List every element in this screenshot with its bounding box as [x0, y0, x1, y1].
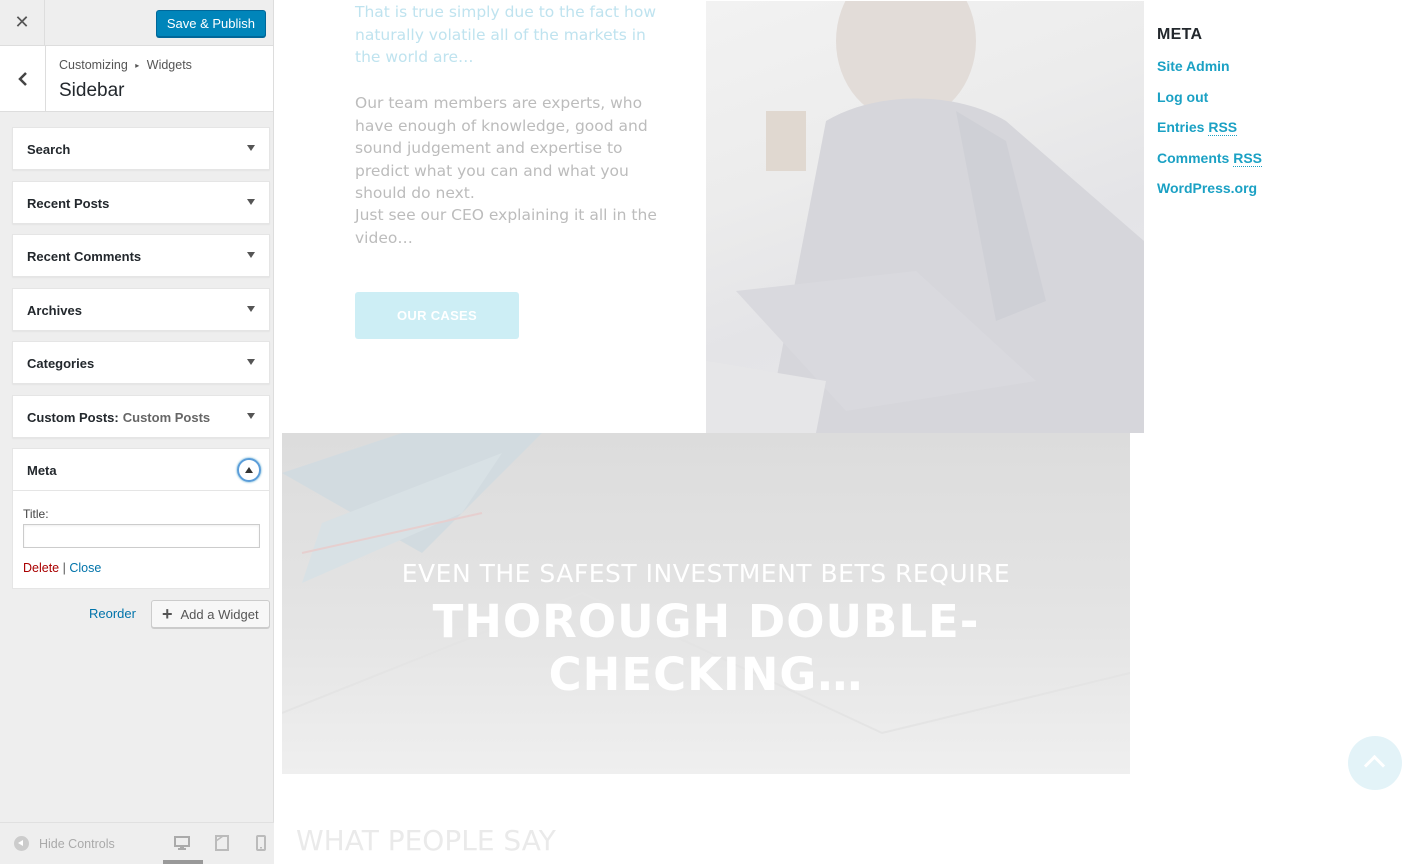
- delete-link[interactable]: Delete: [23, 561, 59, 575]
- section-heading: Sidebar: [59, 80, 125, 101]
- entries-rss-link[interactable]: Entries RSS: [1157, 119, 1262, 136]
- tablet-preview-icon[interactable]: [212, 833, 232, 853]
- caret-down-icon[interactable]: [247, 359, 255, 365]
- banner-title: THOROUGH DOUBLE-CHECKING…: [432, 595, 980, 701]
- add-widget-label: Add a Widget: [180, 606, 259, 622]
- widget-title: Recent Comments: [27, 249, 142, 264]
- action-divider: |: [62, 561, 66, 575]
- customizer-header: ✕ Save & Publish: [0, 0, 273, 46]
- photo-illustration: [706, 1, 1144, 433]
- title-input[interactable]: [23, 524, 260, 548]
- hero-banner: EVEN THE SAFEST INVESTMENT BETS REQUIRE …: [282, 433, 1130, 774]
- save-publish-button[interactable]: Save & Publish: [155, 10, 266, 37]
- widget-subtitle: Custom Posts: [122, 409, 211, 425]
- widget-title: Meta: [27, 463, 57, 478]
- breadcrumb-section: Widgets: [146, 58, 192, 72]
- hide-controls-button[interactable]: Hide Controls: [14, 836, 115, 851]
- meta-sidebar-widget: META Site Admin Log out Entries RSS Comm…: [1157, 26, 1263, 211]
- widget-custom-posts[interactable]: Custom Posts: Custom Posts: [12, 394, 270, 438]
- mobile-preview-icon[interactable]: [251, 833, 271, 853]
- scroll-to-top-button[interactable]: [1348, 736, 1402, 790]
- comments-rss-link[interactable]: Comments RSS: [1157, 149, 1263, 167]
- site-admin-link[interactable]: Site Admin: [1157, 58, 1262, 74]
- meta-heading: META: [1157, 26, 1203, 43]
- back-button[interactable]: [0, 46, 46, 112]
- caret-down-icon[interactable]: [247, 305, 255, 312]
- widget-meta-header[interactable]: Meta: [13, 449, 269, 491]
- widget-title: Categories: [27, 356, 95, 371]
- section-title-bar: Customizing ▸ Widgets Sidebar: [0, 46, 273, 112]
- widget-title: Custom Posts: Custom Posts: [27, 409, 211, 425]
- our-cases-button[interactable]: OUR CASES: [355, 292, 519, 339]
- chevron-left-icon: [17, 72, 27, 86]
- widget-actions: Delete | Close: [23, 561, 101, 575]
- add-widget-button[interactable]: + Add a Widget: [151, 600, 270, 628]
- widget-meta-expanded: Meta Title: Delete | Close: [12, 448, 270, 589]
- reorder-link[interactable]: Reorder: [89, 606, 136, 621]
- widget-title: Search: [27, 142, 71, 157]
- wordpress-org-link[interactable]: WordPress.org: [1157, 180, 1262, 196]
- close-icon: ✕: [14, 12, 30, 32]
- collapse-toggle-button[interactable]: [237, 458, 261, 482]
- intro-paragraph: That is true simply due to the fact how …: [355, 3, 657, 66]
- widget-search[interactable]: Search: [12, 127, 270, 170]
- ceo-paragraph: Just see our CEO explaining it all in th…: [355, 206, 657, 247]
- widget-recent-posts[interactable]: Recent Posts: [12, 180, 270, 224]
- title-field-label: Title:: [23, 507, 49, 521]
- close-customizer-button[interactable]: ✕: [0, 0, 45, 45]
- widget-list: Search Recent Posts Recent Comments Arch…: [12, 127, 270, 448]
- breadcrumb: Customizing ▸ Widgets: [59, 58, 192, 72]
- caret-down-icon[interactable]: [247, 412, 255, 419]
- collapse-arrow-icon: [14, 836, 29, 851]
- site-preview: That is true simply due to the fact how …: [274, 0, 1419, 864]
- customizer-footer: Hide Controls: [0, 822, 274, 864]
- hide-controls-label: Hide Controls: [39, 836, 115, 851]
- widget-title: Recent Posts: [27, 195, 110, 211]
- caret-down-icon[interactable]: [247, 145, 255, 151]
- caret-down-icon[interactable]: [247, 198, 255, 205]
- log-out-link[interactable]: Log out: [1157, 89, 1262, 105]
- caret-up-icon: [245, 467, 253, 473]
- breadcrumb-root: Customizing: [59, 58, 128, 72]
- plus-icon: +: [162, 604, 173, 624]
- team-paragraph: Our team members are experts, who have e…: [355, 94, 648, 202]
- widget-categories[interactable]: Categories: [12, 341, 270, 384]
- banner-subtitle: EVEN THE SAFEST INVESTMENT BETS REQUIRE: [401, 559, 1011, 588]
- customizer-panel: ✕ Save & Publish Customizing ▸ Widgets S…: [0, 0, 274, 864]
- widget-title: Archives: [27, 302, 82, 318]
- widget-archives[interactable]: Archives: [12, 287, 270, 331]
- testimonials-heading: WHAT PEOPLE SAY: [296, 824, 556, 857]
- breadcrumb-separator: ▸: [135, 61, 140, 70]
- desktop-preview-icon[interactable]: [172, 833, 192, 853]
- caret-down-icon[interactable]: [247, 252, 255, 258]
- businesswoman-photo: [706, 1, 1144, 433]
- close-link[interactable]: Close: [69, 561, 101, 575]
- active-device-indicator: [163, 860, 203, 864]
- widget-recent-comments[interactable]: Recent Comments: [12, 234, 270, 277]
